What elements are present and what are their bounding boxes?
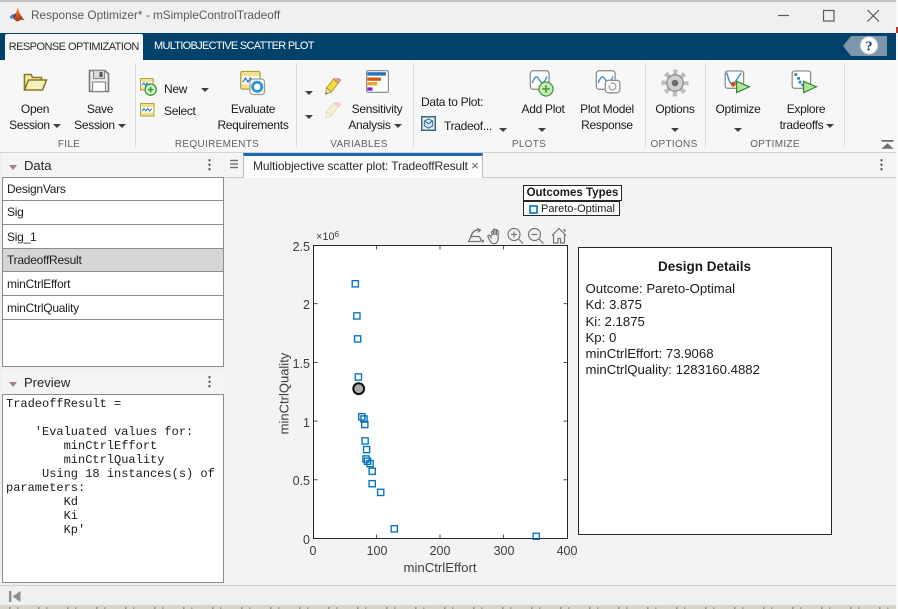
svg-text:?: ? — [866, 39, 873, 54]
